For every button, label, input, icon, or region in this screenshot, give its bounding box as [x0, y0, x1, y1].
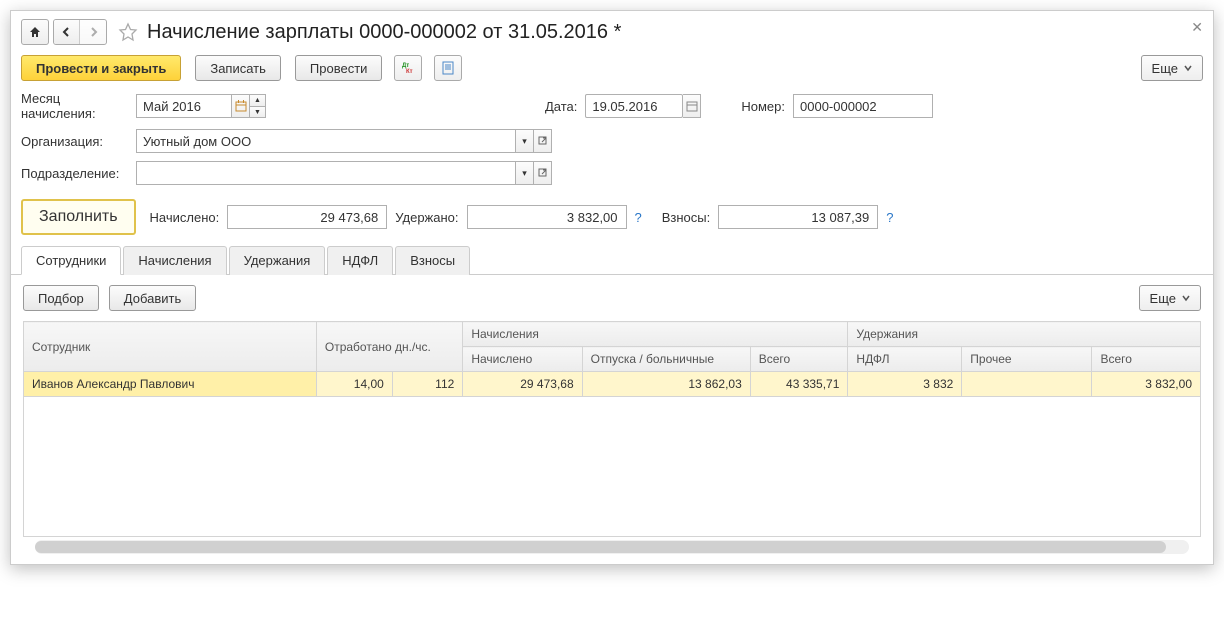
horizontal-scrollbar[interactable] [35, 540, 1189, 554]
th-employee[interactable]: Сотрудник [24, 322, 317, 372]
cell-accrued: 29 473,68 [463, 372, 582, 397]
cell-ndfl: 3 832 [848, 372, 962, 397]
cell-other [962, 372, 1092, 397]
pick-button[interactable]: Подбор [23, 285, 99, 311]
th-total1[interactable]: Всего [750, 347, 848, 372]
number-input[interactable]: 0000-000002 [793, 94, 933, 118]
withheld-label: Удержано: [395, 210, 458, 225]
tab-accruals[interactable]: Начисления [123, 246, 226, 275]
org-label: Организация: [21, 134, 136, 149]
withheld-help-icon[interactable]: ? [635, 210, 642, 225]
contrib-help-icon[interactable]: ? [886, 210, 893, 225]
cell-total-acc: 43 335,71 [750, 372, 848, 397]
add-button[interactable]: Добавить [109, 285, 196, 311]
th-accruals-group[interactable]: Начисления [463, 322, 848, 347]
cell-hours: 112 [392, 372, 463, 397]
dept-label: Подразделение: [21, 166, 136, 181]
date-calendar-icon[interactable] [683, 94, 701, 118]
fill-button[interactable]: Заполнить [21, 199, 136, 235]
cell-days: 14,00 [316, 372, 392, 397]
th-other[interactable]: Прочее [962, 347, 1092, 372]
th-worked[interactable]: Отработано дн./чс. [316, 322, 462, 372]
chevron-down-icon [1182, 294, 1190, 302]
accrued-label: Начислено: [150, 210, 220, 225]
org-dropdown-button[interactable]: ▾ [516, 129, 534, 153]
org-input[interactable]: Уютный дом ООО [136, 129, 516, 153]
month-label: Месяц начисления: [21, 91, 136, 121]
dept-input[interactable] [136, 161, 516, 185]
tab-deductions[interactable]: Удержания [229, 246, 326, 275]
month-down-button[interactable]: ▼ [250, 106, 266, 118]
th-total2[interactable]: Всего [1092, 347, 1201, 372]
favorite-star-icon[interactable] [117, 21, 139, 43]
more-sub-label: Еще [1150, 291, 1176, 306]
page-title: Начисление зарплаты 0000-000002 от 31.05… [147, 21, 621, 44]
forward-button [80, 20, 106, 44]
tab-employees[interactable]: Сотрудники [21, 246, 121, 275]
number-label: Номер: [741, 99, 785, 114]
contrib-label: Взносы: [662, 210, 711, 225]
date-input[interactable]: 19.05.2016 [585, 94, 683, 118]
month-input[interactable]: Май 2016 [136, 94, 232, 118]
calendar-icon[interactable] [232, 94, 250, 118]
org-open-button[interactable] [534, 129, 552, 153]
svg-text:Кт: Кт [406, 69, 413, 75]
accrued-value: 29 473,68 [227, 205, 387, 229]
home-button[interactable] [21, 19, 49, 45]
contrib-value: 13 087,39 [718, 205, 878, 229]
th-ndfl[interactable]: НДФЛ [848, 347, 962, 372]
dept-dropdown-button[interactable]: ▾ [516, 161, 534, 185]
employees-table: Сотрудник Отработано дн./чс. Начисления … [23, 321, 1201, 397]
tab-contrib[interactable]: Взносы [395, 246, 470, 275]
cell-vacation: 13 862,03 [582, 372, 750, 397]
post-button[interactable]: Провести [295, 55, 383, 81]
chevron-down-icon [1184, 64, 1192, 72]
more-button-sub[interactable]: Еще [1139, 285, 1201, 311]
tab-ndfl[interactable]: НДФЛ [327, 246, 393, 275]
more-button-top[interactable]: Еще [1141, 55, 1203, 81]
date-label: Дата: [545, 99, 577, 114]
cell-employee: Иванов Александр Павлович [24, 372, 317, 397]
document-icon[interactable] [434, 55, 462, 81]
cell-total-ded: 3 832,00 [1092, 372, 1201, 397]
table-row[interactable]: Иванов Александр Павлович 14,00 112 29 4… [24, 372, 1201, 397]
table-empty-area [23, 397, 1201, 537]
close-icon[interactable]: ✕ [1191, 19, 1203, 36]
th-vacation[interactable]: Отпуска / больничные [582, 347, 750, 372]
back-button[interactable] [54, 20, 80, 44]
save-button[interactable]: Записать [195, 55, 281, 81]
dept-open-button[interactable] [534, 161, 552, 185]
post-and-close-button[interactable]: Провести и закрыть [21, 55, 181, 81]
month-up-button[interactable]: ▲ [250, 94, 266, 106]
th-accrued[interactable]: Начислено [463, 347, 582, 372]
debit-credit-icon[interactable]: ДтКт [394, 55, 422, 81]
withheld-value: 3 832,00 [467, 205, 627, 229]
th-deductions-group[interactable]: Удержания [848, 322, 1201, 347]
more-label: Еще [1152, 61, 1178, 76]
